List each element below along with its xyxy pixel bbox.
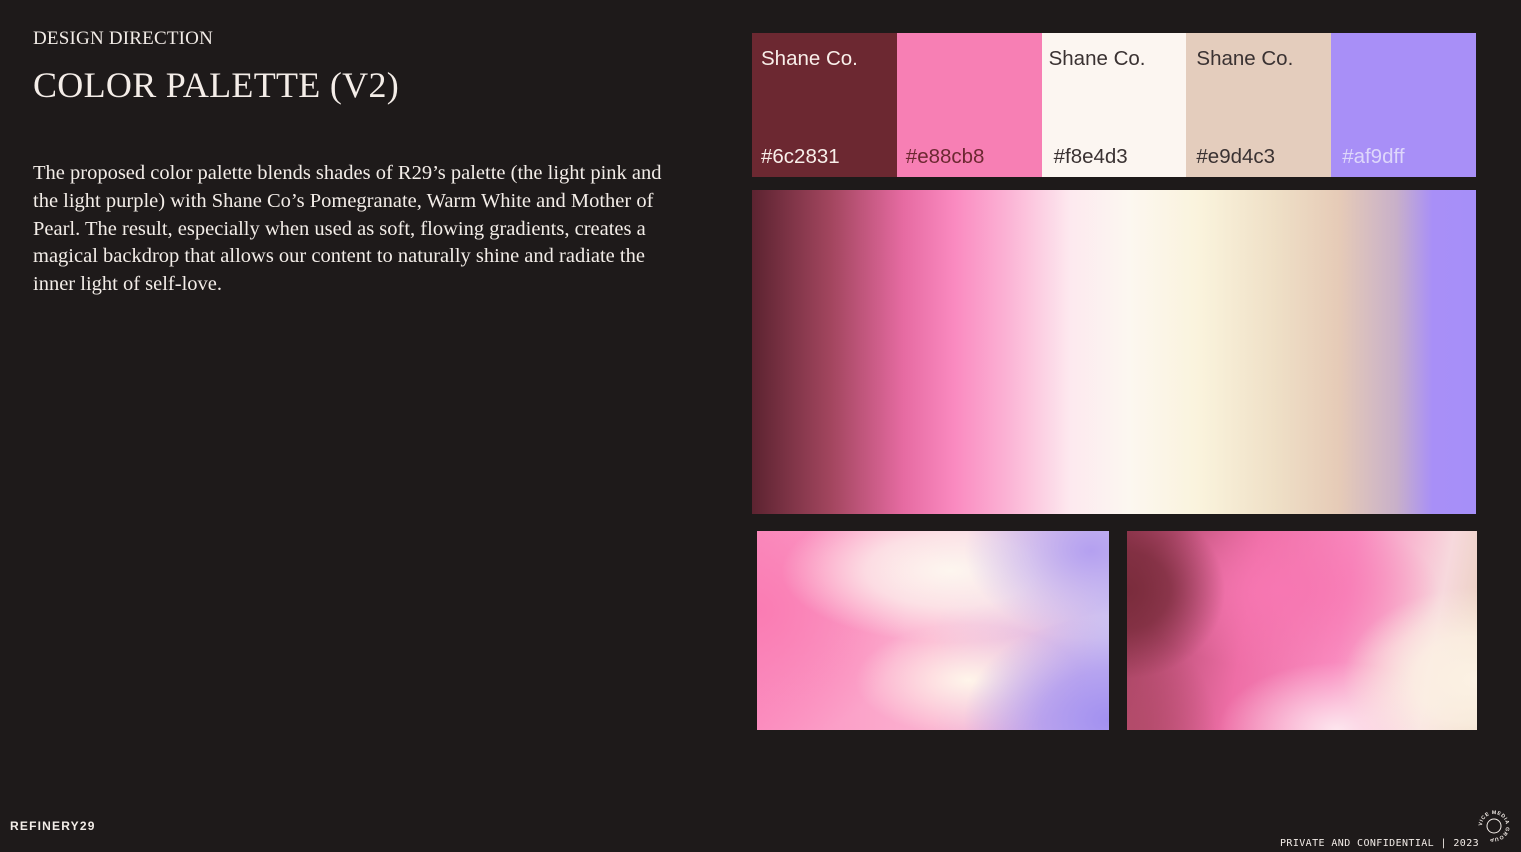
swatch-hex: #e88cb8 (905, 145, 985, 168)
page-title: COLOR PALETTE (V2) (33, 65, 400, 105)
swatch-mother-of-pearl: Shane Co. #e9d4c3 (1186, 33, 1332, 177)
swatch-hex: #f8e4d3 (1053, 145, 1128, 168)
swatch-name: Shane Co. (1048, 47, 1146, 70)
svg-text:VICE MEDIA GROUP: VICE MEDIA GROUP (1478, 810, 1510, 842)
brand-logo: REFINERY29 (10, 819, 96, 833)
flowing-gradient-sample-light (757, 531, 1109, 730)
swatch-warm-white: Shane Co. #f8e4d3 (1041, 33, 1187, 177)
flowing-gradient-sample-dark (1127, 531, 1477, 730)
confidential-footer: PRIVATE AND CONFIDENTIAL | 2023 (1280, 838, 1480, 849)
swatch-row: Shane Co. #6c2831 #e88cb8 Shane Co. #f8e… (752, 33, 1476, 177)
swatch-hex: #af9dff (1342, 145, 1405, 168)
swatch-hex: #6c2831 (761, 145, 840, 168)
swatch-pomegranate: Shane Co. #6c2831 (752, 33, 897, 177)
eyebrow-label: DESIGN DIRECTION (33, 28, 213, 49)
swatch-light-purple: #af9dff (1331, 33, 1476, 177)
linear-gradient-sample (752, 190, 1476, 514)
group-logo-text: VICE MEDIA GROUP (1478, 810, 1510, 842)
swatch-name: Shane Co. (761, 47, 858, 70)
description-paragraph: The proposed color palette blends shades… (33, 162, 662, 296)
vice-media-group-logo: VICE MEDIA GROUP (1478, 810, 1510, 842)
swatch-hex: #e9d4c3 (1196, 145, 1276, 168)
swatch-name: Shane Co. (1196, 47, 1294, 70)
swatch-light-pink: #e88cb8 (896, 33, 1042, 177)
